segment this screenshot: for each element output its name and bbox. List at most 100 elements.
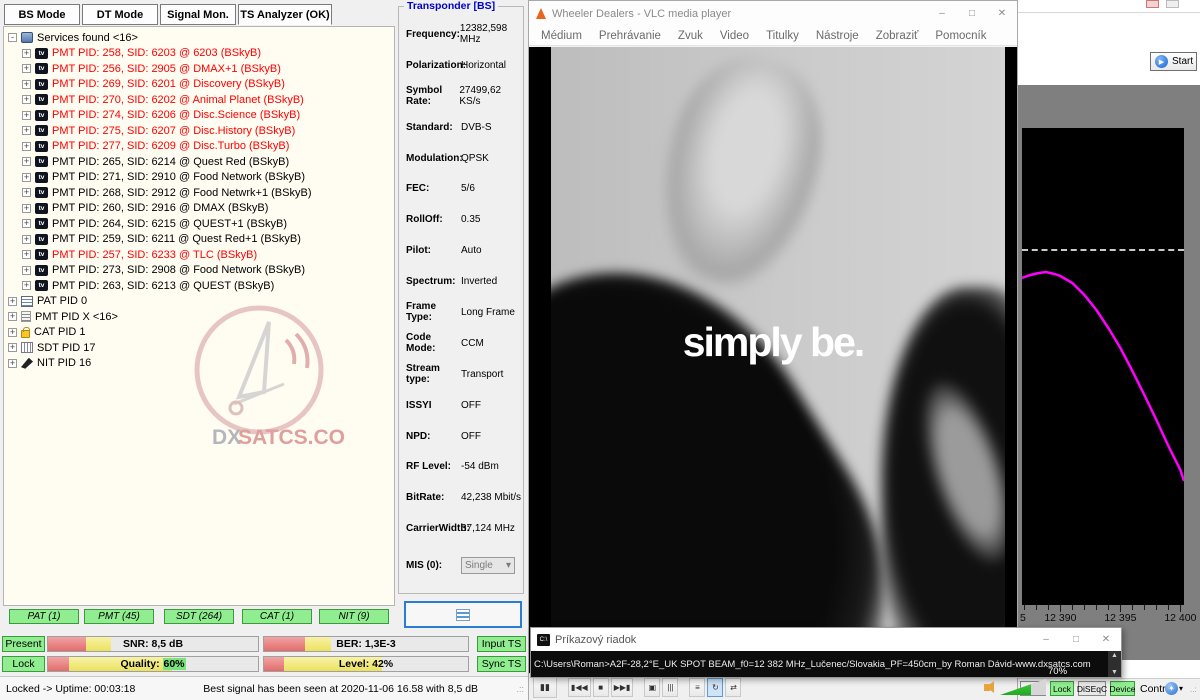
tree-service-item[interactable]: +tvPMT PID: 269, SID: 6201 @ Discovery (… (8, 77, 394, 93)
next-button[interactable]: ▶▶▮ (611, 678, 634, 697)
input-ts-button[interactable]: Input TS (477, 636, 526, 652)
chevron-down-icon[interactable]: ▾ (1179, 684, 1183, 693)
vlc-menu-video[interactable]: Video (720, 30, 749, 42)
expand-icon[interactable]: + (22, 250, 31, 259)
resize-grip-icon[interactable]: .:: (516, 684, 524, 694)
expand-icon[interactable]: + (8, 312, 17, 321)
mis-dropdown[interactable]: Single ▾ (461, 557, 515, 574)
vlc-menu-titulky[interactable]: Titulky (766, 30, 799, 42)
stop-button[interactable]: ■ (593, 678, 609, 697)
expand-icon[interactable]: + (22, 49, 31, 58)
close-button[interactable]: ✕ (1091, 634, 1121, 645)
minimize-button[interactable]: – (927, 8, 957, 19)
table-view-button[interactable] (404, 601, 522, 628)
sync-ts-button[interactable]: Sync TS (477, 656, 526, 672)
vlc-menu-nstroje[interactable]: Nástroje (816, 30, 859, 42)
table-button-sdt[interactable]: SDT (264) (164, 609, 234, 624)
tree-table-item[interactable]: +CAT PID 1 (8, 325, 394, 341)
tree-root-services[interactable]: -Services found <16> (8, 30, 394, 46)
toolbar-save-icon[interactable] (1166, 0, 1179, 8)
expand-icon[interactable]: + (22, 173, 31, 182)
tab-ts-analyzer[interactable]: TS Analyzer (OK) (238, 4, 332, 25)
expand-icon[interactable]: + (22, 235, 31, 244)
loop-button[interactable]: ↻ (707, 678, 723, 697)
playlist-button[interactable]: ≡ (689, 678, 705, 697)
resize-grip-icon[interactable]: ..: (1190, 685, 1197, 694)
vlc-menu-pomocnk[interactable]: Pomocník (935, 30, 986, 42)
tree-service-item[interactable]: +tvPMT PID: 264, SID: 6215 @ QUEST+1 (BS… (8, 216, 394, 232)
expand-icon[interactable]: + (22, 64, 31, 73)
tree-service-item[interactable]: +tvPMT PID: 271, SID: 2910 @ Food Networ… (8, 170, 394, 186)
table-button-pat[interactable]: PAT (1) (9, 609, 79, 624)
expand-icon[interactable]: + (22, 80, 31, 89)
tree-service-item[interactable]: +tvPMT PID: 274, SID: 6206 @ Disc.Scienc… (8, 108, 394, 124)
expand-icon[interactable]: + (8, 359, 17, 368)
expand-icon[interactable]: + (22, 157, 31, 166)
tree-service-item[interactable]: +tvPMT PID: 263, SID: 6213 @ QUEST (BSky… (8, 278, 394, 294)
diseqc-button[interactable]: DiSEqC (1078, 681, 1106, 696)
tree-service-item[interactable]: +tvPMT PID: 256, SID: 2905 @ DMAX+1 (BSk… (8, 61, 394, 77)
toolbar-red-icon[interactable] (1146, 0, 1159, 8)
tree-service-item[interactable]: +tvPMT PID: 270, SID: 6202 @ Animal Plan… (8, 92, 394, 108)
toolbar-divider (1018, 12, 1200, 13)
nit-icon (21, 358, 33, 369)
equalizer-button[interactable]: ||| (662, 678, 678, 697)
pause-button[interactable]: ▮▮ (533, 677, 557, 698)
expand-icon[interactable]: + (22, 281, 31, 290)
cmd-title-bar[interactable]: C:\ Príkazový riadok – □ ✕ (531, 628, 1121, 651)
tab-signal-mon[interactable]: Signal Mon. (160, 4, 236, 25)
tab-dt-mode[interactable]: DT Mode (82, 4, 158, 25)
spectrum-chart[interactable] (1022, 128, 1184, 605)
expand-icon[interactable]: + (8, 328, 17, 337)
tree-service-item[interactable]: +tvPMT PID: 257, SID: 6233 @ TLC (BSkyB) (8, 247, 394, 263)
tree-service-item[interactable]: +tvPMT PID: 265, SID: 6214 @ Quest Red (… (8, 154, 394, 170)
expand-icon[interactable]: + (8, 297, 17, 306)
control-blue-icon[interactable]: ✦ (1165, 682, 1178, 695)
maximize-button[interactable]: □ (957, 8, 987, 19)
tree-service-item[interactable]: +tvPMT PID: 268, SID: 2912 @ Food Netwrk… (8, 185, 394, 201)
vlc-menu-zvuk[interactable]: Zvuk (678, 30, 703, 42)
video-area[interactable]: simply be. (529, 47, 1017, 673)
cmd-scrollbar[interactable]: ▲ ▼ (1108, 651, 1121, 677)
expand-icon[interactable]: + (22, 266, 31, 275)
tree-table-item[interactable]: +PAT PID 0 (8, 294, 394, 310)
volume-slider[interactable] (1000, 679, 1046, 695)
tree-table-item[interactable]: +NIT PID 16 (8, 356, 394, 372)
start-button[interactable]: ▶ Start (1150, 52, 1197, 71)
services-tree[interactable]: DX SATCS.COM -Services found <16>+tvPMT … (3, 26, 395, 606)
expand-icon[interactable]: + (22, 126, 31, 135)
tree-service-item[interactable]: +tvPMT PID: 275, SID: 6207 @ Disc.Histor… (8, 123, 394, 139)
tree-service-item[interactable]: +tvPMT PID: 258, SID: 6203 @ 6203 (BSkyB… (8, 46, 394, 62)
tree-table-item[interactable]: +PMT PID X <16> (8, 309, 394, 325)
minimize-button[interactable]: – (1031, 634, 1061, 645)
expand-icon[interactable]: + (22, 142, 31, 151)
previous-button[interactable]: ▮◀◀ (568, 678, 591, 697)
vlc-menu-zobrazi[interactable]: Zobraziť (876, 30, 919, 42)
expand-icon[interactable]: + (22, 204, 31, 213)
expand-icon[interactable]: + (22, 188, 31, 197)
tree-service-item[interactable]: +tvPMT PID: 273, SID: 2908 @ Food Networ… (8, 263, 394, 279)
vlc-title-bar[interactable]: Wheeler Dealers - VLC media player – □ ✕ (529, 1, 1017, 26)
shuffle-button[interactable]: ⇄ (725, 678, 741, 697)
tree-table-item[interactable]: +SDT PID 17 (8, 340, 394, 356)
tree-service-item[interactable]: +tvPMT PID: 259, SID: 6211 @ Quest Red+1… (8, 232, 394, 248)
expand-icon[interactable]: + (22, 95, 31, 104)
vlc-volume[interactable]: 70% (984, 666, 1074, 700)
vlc-menu-prehrvanie[interactable]: Prehrávanie (599, 30, 661, 42)
collapse-icon[interactable]: - (8, 33, 17, 42)
table-button-cat[interactable]: CAT (1) (242, 609, 312, 624)
tree-service-item[interactable]: +tvPMT PID: 260, SID: 2916 @ DMAX (BSkyB… (8, 201, 394, 217)
maximize-button[interactable]: □ (1061, 634, 1091, 645)
tree-service-item[interactable]: +tvPMT PID: 277, SID: 6209 @ Disc.Turbo … (8, 139, 394, 155)
expand-icon[interactable]: + (22, 111, 31, 120)
vlc-menu-mdium[interactable]: Médium (541, 30, 582, 42)
expand-icon[interactable]: + (8, 343, 17, 352)
device-button[interactable]: Device (1110, 681, 1135, 696)
tab-bs-mode[interactable]: BS Mode (4, 4, 80, 25)
table-button-nit[interactable]: NIT (9) (319, 609, 389, 624)
expand-icon[interactable]: + (22, 219, 31, 228)
close-button[interactable]: ✕ (987, 8, 1017, 19)
fullscreen-button[interactable]: ▣ (644, 678, 660, 697)
speaker-icon[interactable] (984, 684, 990, 691)
table-button-pmt[interactable]: PMT (45) (84, 609, 154, 624)
